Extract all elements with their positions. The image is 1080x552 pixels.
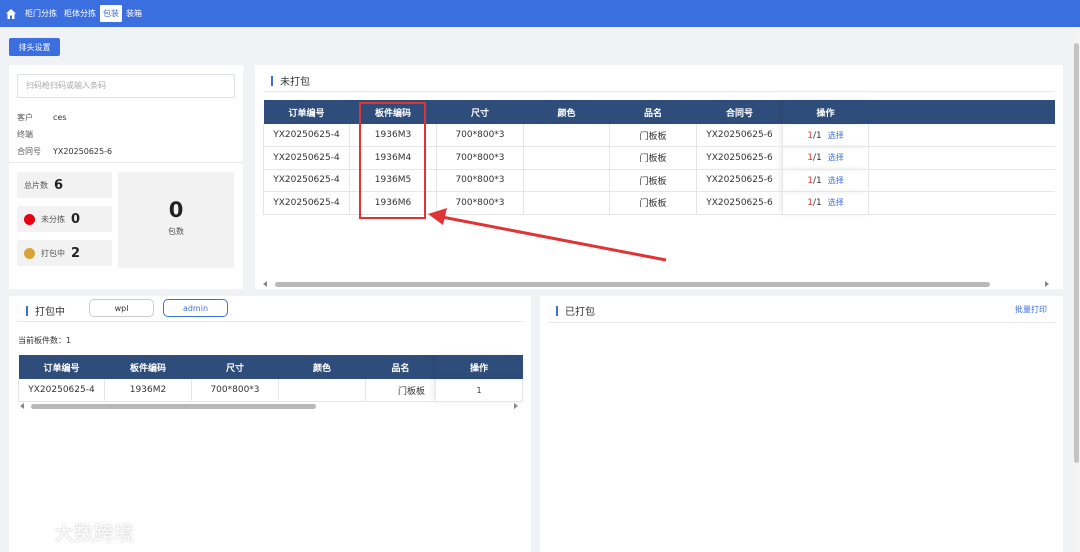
watermark-text: 大数跨境 [54, 521, 134, 545]
watermark: 大数跨境 [10, 517, 134, 546]
annotation-arrow-icon [428, 208, 667, 262]
watermark-logo-icon [12, 520, 48, 539]
